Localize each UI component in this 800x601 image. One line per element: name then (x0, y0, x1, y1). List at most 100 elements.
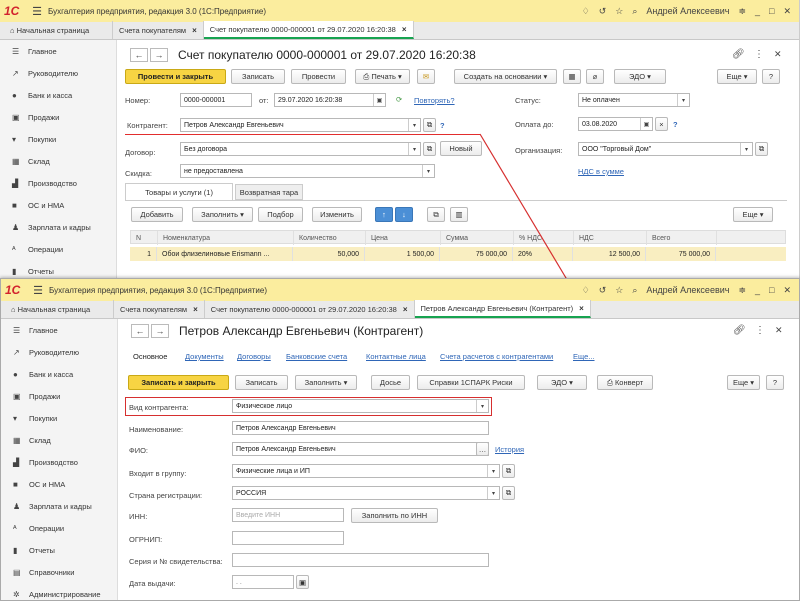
back-arrow-icon[interactable]: ← (130, 48, 148, 62)
issue-date-field[interactable]: . . (232, 575, 294, 589)
barcode-icon[interactable]: ▥ (450, 207, 468, 222)
sidebar-item-director[interactable]: ↗ Руководителю (0, 62, 116, 84)
sidebar-item-purchases[interactable]: ▾ Покупки (0, 128, 116, 150)
fill-button[interactable]: Заполнить ▾ (192, 207, 253, 222)
column-header[interactable]: НДС (574, 231, 647, 245)
nav-link-main[interactable]: Основное (133, 352, 167, 361)
history-icon[interactable]: ↺ (599, 285, 607, 296)
post-button[interactable]: Провести (291, 69, 346, 84)
history-icon[interactable]: ↺ (599, 6, 607, 17)
table-row[interactable]: 1 Обои флизелиновые Erismann ... 50,000 … (130, 247, 786, 261)
open-link-icon[interactable]: ⧉ (423, 118, 436, 132)
tab-home[interactable]: ⌂ Начальная страница (1, 300, 114, 318)
close-tab-icon[interactable]: × (193, 305, 198, 314)
create-based-on-button[interactable]: Создать на основании ▾ (454, 69, 557, 84)
calendar-icon[interactable]: ▣ (640, 118, 652, 130)
bell-icon[interactable]: ♢ (582, 6, 590, 17)
sidebar-item-bank[interactable]: ● Банк и касса (0, 84, 116, 106)
add-row-button[interactable]: Добавить (131, 207, 183, 222)
sidebar-item-sales[interactable]: ▣ Продажи (0, 106, 116, 128)
bell-icon[interactable]: ♢ (582, 285, 590, 296)
counterparty-field[interactable]: Петров Александр Евгеньевич ▾ (180, 118, 421, 132)
edo-button[interactable]: ЭДО ▾ (537, 375, 587, 390)
user-name[interactable]: Андрей Алексеевич (646, 285, 729, 295)
sidebar-item-main[interactable]: ☰ Главное (0, 40, 116, 62)
cell-quantity[interactable]: 50,000 (293, 247, 365, 261)
ellipsis-icon[interactable]: … (476, 442, 489, 456)
close-icon[interactable]: ✕ (783, 285, 791, 296)
nav-link-contracts[interactable]: Договоры (237, 352, 271, 361)
sidebar-item-purchases[interactable]: ▾ Покупки (1, 407, 117, 429)
sidebar-item-bank[interactable]: ● Банк и касса (1, 363, 117, 385)
history-link[interactable]: История (495, 445, 524, 454)
help-icon[interactable]: ? (673, 120, 678, 129)
more-vertical-icon[interactable]: ⋮ (755, 325, 765, 336)
sidebar-item-admin[interactable]: ✲ Администрирование (1, 583, 117, 600)
tab-invoice[interactable]: Счет покупателю 0000-000001 от 29.07.202… (203, 21, 414, 39)
kind-select[interactable]: Физическое лицо ▾ (232, 399, 489, 413)
chevron-down-icon[interactable]: ▾ (487, 487, 499, 499)
copy-icon[interactable]: ⧉ (427, 207, 445, 222)
column-header[interactable]: % НДС (514, 231, 574, 245)
nav-link-documents[interactable]: Документы (185, 352, 224, 361)
fill-button[interactable]: Заполнить ▾ (295, 375, 357, 390)
tab-invoice[interactable]: Счет покупателю 0000-000001 от 29.07.202… (205, 300, 415, 318)
help-button[interactable]: ? (766, 375, 784, 390)
minimize-icon[interactable]: _ (755, 285, 760, 295)
clear-icon[interactable]: × (655, 117, 668, 131)
sidebar-item-operations[interactable]: ᴬ Операции (1, 517, 117, 539)
star-icon[interactable]: ☆ (615, 6, 623, 17)
nav-link-contacts[interactable]: Контактные лица (366, 352, 426, 361)
sidebar-item-warehouse[interactable]: ▦ Склад (0, 150, 116, 172)
settings-icon[interactable]: ≑ (738, 6, 746, 17)
link-icon[interactable]: 🔗︎ (733, 325, 746, 336)
number-field[interactable]: 0000-000001 (180, 93, 252, 107)
close-form-icon[interactable]: ✕ (775, 325, 783, 336)
minimize-icon[interactable]: _ (755, 6, 760, 16)
chevron-down-icon[interactable]: ▾ (677, 94, 689, 106)
pay-until-field[interactable]: 03.08.2020 ▣ (578, 117, 653, 131)
sidebar-item-warehouse[interactable]: ▦ Склад (1, 429, 117, 451)
user-name[interactable]: Андрей Алексеевич (646, 6, 729, 16)
country-field[interactable]: РОССИЯ ▾ (232, 486, 500, 500)
close-tab-icon[interactable]: × (402, 25, 407, 34)
save-button[interactable]: Записать (235, 375, 288, 390)
nav-link-bank-accounts[interactable]: Банковские счета (286, 352, 347, 361)
search-icon[interactable]: ⌕ (632, 6, 637, 17)
sidebar-item-directories[interactable]: ▤ Справочники (1, 561, 117, 583)
save-button[interactable]: Записать (231, 69, 285, 84)
fio-field[interactable]: Петров Александр Евгеньевич (232, 442, 489, 456)
close-icon[interactable]: ✕ (783, 6, 791, 17)
discount-field[interactable]: не предоставлена ▾ (180, 164, 435, 178)
table-icon[interactable]: ▦ (563, 69, 581, 84)
selection-button[interactable]: Подбор (258, 207, 303, 222)
chevron-down-icon[interactable]: ▾ (476, 400, 488, 412)
tab-invoices-list[interactable]: Счета покупателям × (113, 21, 204, 39)
column-header[interactable]: Цена (366, 231, 441, 245)
chevron-down-icon[interactable]: ▾ (487, 465, 499, 477)
forward-arrow-icon[interactable]: → (151, 324, 169, 338)
sidebar-item-production[interactable]: ▟ Производство (0, 172, 116, 194)
main-menu-icon[interactable]: ☰ (27, 284, 49, 297)
column-header[interactable]: Всего (647, 231, 717, 245)
sidebar-item-production[interactable]: ▟ Производство (1, 451, 117, 473)
help-button[interactable]: ? (762, 69, 780, 84)
search-icon[interactable]: ⌕ (632, 285, 637, 296)
forward-arrow-icon[interactable]: → (150, 48, 168, 62)
nav-link-settlements[interactable]: Счета расчетов с контрагентами (440, 352, 553, 361)
repeat-icon[interactable]: ⟳ (396, 95, 402, 104)
spark-button[interactable]: Справки 1СПАРК Риски (417, 375, 525, 390)
tab-invoices-list[interactable]: Счета покупателям × (114, 300, 205, 318)
calendar-icon[interactable]: ▣ (373, 94, 385, 106)
group-field[interactable]: Физические лица и ИП ▾ (232, 464, 500, 478)
save-and-close-button[interactable]: Записать и закрыть (128, 375, 229, 390)
chevron-down-icon[interactable]: ▾ (740, 143, 752, 155)
sidebar-item-assets[interactable]: ■ ОС и НМА (1, 473, 117, 495)
maximize-icon[interactable]: □ (769, 285, 774, 295)
fill-by-inn-button[interactable]: Заполнить по ИНН (351, 508, 438, 523)
sidebar-item-main[interactable]: ☰ Главное (1, 319, 117, 341)
certificate-field[interactable] (232, 553, 489, 567)
move-down-icon[interactable]: ↓ (395, 207, 413, 222)
sidebar-item-sales[interactable]: ▣ Продажи (1, 385, 117, 407)
column-header[interactable]: N (131, 231, 158, 245)
